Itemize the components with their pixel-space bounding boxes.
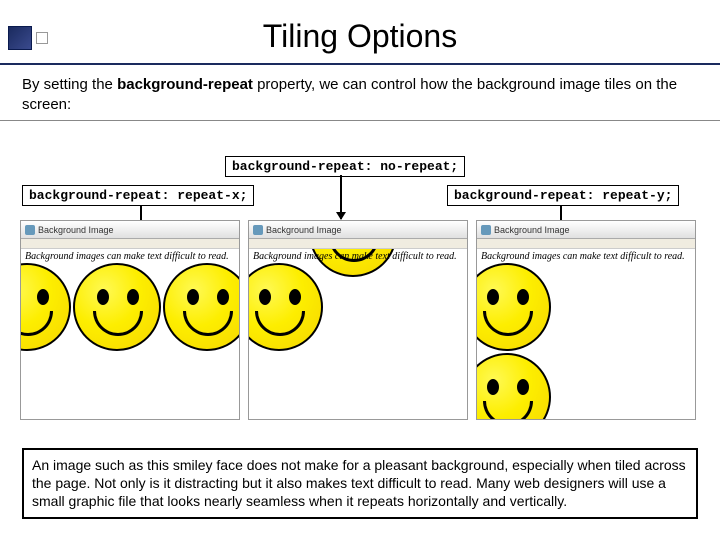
example-no-repeat: Background Image Background images can m…	[248, 220, 468, 420]
intro-divider	[0, 120, 720, 121]
slide-title: Tiling Options	[0, 18, 720, 55]
window-icon	[481, 225, 491, 235]
example-caption: Background images can make text difficul…	[481, 251, 685, 262]
footer-note: An image such as this smiley face does n…	[22, 448, 698, 519]
smiley-icon	[477, 263, 551, 351]
window-toolbar	[249, 239, 467, 249]
slide-accent-small	[36, 32, 48, 44]
slide-accent-square	[8, 26, 32, 50]
code-repeat-x: background-repeat: repeat-x;	[22, 185, 254, 206]
example-body: Background images can make text difficul…	[21, 249, 239, 419]
window-titlebar: Background Image	[477, 221, 695, 239]
intro-pre: By setting the	[22, 76, 117, 93]
smiley-icon	[163, 263, 239, 351]
examples-row: Background Image Background images can m…	[20, 220, 700, 420]
window-title: Background Image	[266, 225, 342, 235]
smiley-icon	[477, 353, 551, 419]
example-caption: Background images can make text difficul…	[253, 251, 457, 262]
window-title: Background Image	[494, 225, 570, 235]
smiley-icon	[21, 263, 71, 351]
smiley-icon	[249, 263, 323, 351]
code-no-repeat: background-repeat: no-repeat;	[225, 156, 465, 177]
arrow-icon	[340, 175, 342, 219]
window-titlebar: Background Image	[249, 221, 467, 239]
window-toolbar	[477, 239, 695, 249]
example-repeat-y: Background Image Background images can m…	[476, 220, 696, 420]
example-caption: Background images can make text difficul…	[25, 251, 229, 262]
window-titlebar: Background Image	[21, 221, 239, 239]
example-body: Background images can make text difficul…	[477, 249, 695, 419]
example-body: Background images can make text difficul…	[249, 249, 467, 419]
code-repeat-y: background-repeat: repeat-y;	[447, 185, 679, 206]
intro-bold: background-repeat	[117, 76, 253, 93]
example-repeat-x: Background Image Background images can m…	[20, 220, 240, 420]
intro-text: By setting the background-repeat propert…	[0, 65, 720, 120]
window-icon	[253, 225, 263, 235]
window-toolbar	[21, 239, 239, 249]
smiley-icon	[73, 263, 161, 351]
window-icon	[25, 225, 35, 235]
window-title: Background Image	[38, 225, 114, 235]
